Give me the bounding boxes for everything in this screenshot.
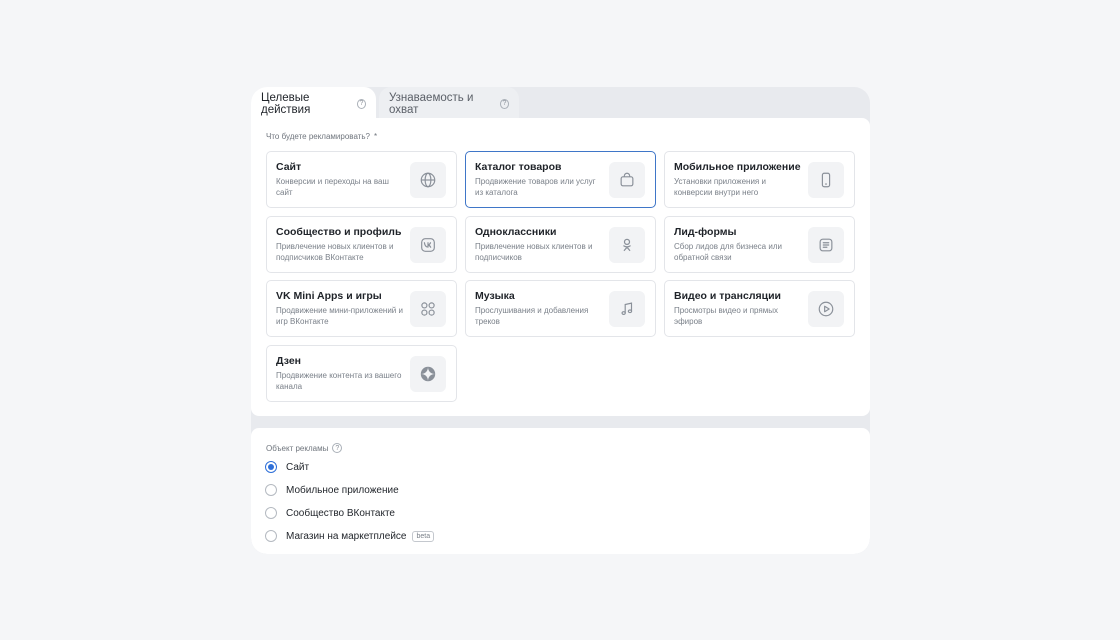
radio-label: Сайт xyxy=(286,461,310,473)
goal-tabs: Целевые действия ? Узнаваемость и охват … xyxy=(251,87,870,120)
radio-label: Мобильное приложение xyxy=(286,484,399,496)
card-title: Видео и трансляции xyxy=(674,290,781,302)
card-zen[interactable]: Дзен Продвижение контента из вашего кана… xyxy=(266,345,457,402)
card-community-profile[interactable]: Сообщество и профиль Привлечение новых к… xyxy=(266,216,457,273)
card-odnoklassniki[interactable]: Одноклассники Привлечение новых клиентов… xyxy=(465,216,656,273)
radio-vk-community[interactable]: Сообщество ВКонтакте xyxy=(265,507,395,519)
radio-button[interactable] xyxy=(265,484,277,496)
radio-label: Сообщество ВКонтакте xyxy=(286,507,395,519)
card-video-streams[interactable]: Видео и трансляции Просмотры видео и пря… xyxy=(664,280,855,337)
vk-logo-icon xyxy=(410,227,446,263)
tab-label: Узнаваемость и охват xyxy=(389,91,474,116)
card-description: Продвижение контента из вашего канала xyxy=(276,371,402,391)
zen-logo-icon xyxy=(410,356,446,392)
card-title: VK Mini Apps и игры xyxy=(276,290,382,302)
radio-button[interactable] xyxy=(265,507,277,519)
what-to-advertise-section: Что будете рекламировать? * Сайт Конверси… xyxy=(251,118,870,416)
card-description: Сбор лидов для бизнеса или обратной связ… xyxy=(674,242,782,262)
card-mobile-app[interactable]: Мобильное приложение Установки приложени… xyxy=(664,151,855,208)
card-vk-mini-apps[interactable]: VK Mini Apps и игры Продвижение мини-при… xyxy=(266,280,457,337)
card-site[interactable]: Сайт Конверсии и переходы на ваш сайт xyxy=(266,151,457,208)
what-to-advertise-label: Что будете рекламировать? * xyxy=(266,132,378,141)
card-description: Конверсии и переходы на ваш сайт xyxy=(276,177,389,197)
apps-grid-icon xyxy=(410,291,446,327)
help-icon[interactable]: ? xyxy=(332,443,343,453)
help-icon[interactable]: ? xyxy=(499,98,509,109)
card-title: Музыка xyxy=(475,290,515,302)
card-music[interactable]: Музыка Прослушивания и добавления треков xyxy=(465,280,656,337)
radio-button[interactable] xyxy=(265,461,277,473)
card-title: Мобильное приложение xyxy=(674,161,801,173)
card-title: Одноклассники xyxy=(475,226,557,238)
card-description: Прослушивания и добавления треков xyxy=(475,306,589,326)
smartphone-icon xyxy=(808,162,844,198)
shopping-bag-icon xyxy=(609,162,645,198)
play-icon xyxy=(808,291,844,327)
globe-icon xyxy=(410,162,446,198)
card-title: Сообщество и профиль xyxy=(276,226,402,238)
card-description: Продвижение товаров или услуг из каталог… xyxy=(475,177,596,197)
campaign-goal-panel: Целевые действия ? Узнаваемость и охват … xyxy=(251,87,870,554)
card-lead-forms[interactable]: Лид-формы Сбор лидов для бизнеса или обр… xyxy=(664,216,855,273)
card-description: Привлечение новых клиентов и подписчиков xyxy=(475,242,593,262)
ok-logo-icon xyxy=(609,227,645,263)
form-icon xyxy=(808,227,844,263)
radio-label: Магазин на маркетплейсе xyxy=(286,530,407,542)
card-product-catalog[interactable]: Каталог товаров Продвижение товаров или … xyxy=(465,151,656,208)
card-description: Продвижение мини-приложений и игр ВКонта… xyxy=(276,306,403,326)
card-title: Каталог товаров xyxy=(475,161,562,173)
ad-object-label: Объект рекламы ? xyxy=(266,443,343,453)
card-title: Сайт xyxy=(276,161,302,173)
tab-label: Целевые действия xyxy=(261,91,311,116)
radio-marketplace-store[interactable]: Магазин на маркетплейсе beta xyxy=(265,530,435,542)
card-description: Привлечение новых клиентов и подписчиков… xyxy=(276,242,394,262)
card-title: Лид-формы xyxy=(674,226,737,238)
beta-badge: beta xyxy=(412,530,435,542)
help-icon[interactable]: ? xyxy=(356,98,366,109)
music-note-icon xyxy=(609,291,645,327)
card-description: Просмотры видео и прямых эфиров xyxy=(674,306,778,326)
tab-target-actions[interactable]: Целевые действия ? xyxy=(251,87,376,120)
tab-awareness-reach[interactable]: Узнаваемость и охват ? xyxy=(379,87,519,120)
radio-button[interactable] xyxy=(265,530,277,542)
card-description: Установки приложения и конверсии внутри … xyxy=(674,177,766,197)
ad-object-section: Объект рекламы ? Сайт Мобильное приложен… xyxy=(251,428,870,554)
card-title: Дзен xyxy=(276,355,302,367)
radio-site[interactable]: Сайт xyxy=(265,461,309,473)
radio-mobile-app[interactable]: Мобильное приложение xyxy=(265,484,399,496)
